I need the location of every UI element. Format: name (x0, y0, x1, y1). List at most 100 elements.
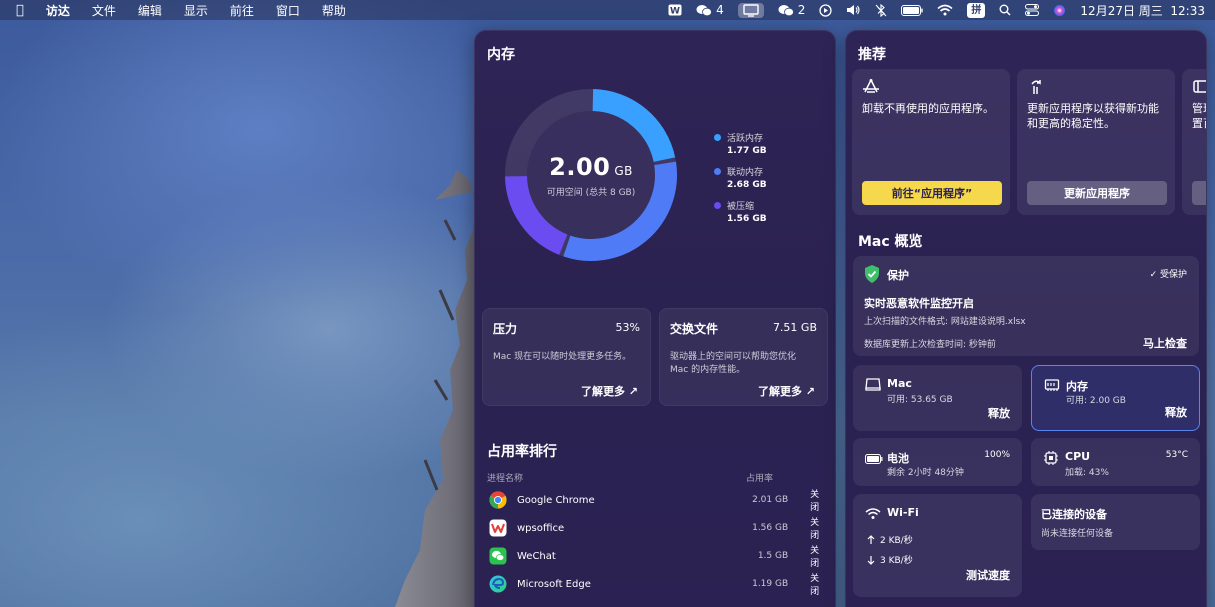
recommend-card-update: 更新应用程序以获得新功能和更高的稳定性。 更新应用程序 (1017, 69, 1175, 215)
play-tray-icon[interactable] (819, 3, 833, 17)
process-usage: 1.19 GB (752, 579, 789, 589)
ranking-title: 占用率排行 (487, 444, 557, 460)
memory-tile-title: 内存 (1066, 380, 1088, 393)
swap-title: 交换文件 (670, 322, 719, 336)
menu-view[interactable]: 显示 (184, 2, 208, 19)
go-to-applications-button[interactable]: 前往“应用程序” (862, 181, 1002, 205)
pressure-card: 压力 53% Mac 现在可以随时处理更多任务。 了解更多 ↗ (482, 308, 651, 406)
memory-panel: 内存 2.00 GB 可用空间 (总共 8 GB) 活跃内存 1.77 GB 联动… (474, 30, 836, 607)
battery-icon (865, 454, 883, 464)
wifi-tile[interactable]: Wi-Fi 2 KB/秒 3 KB/秒 测试速度 (853, 494, 1022, 597)
recommend-card-manage: 管理 置百 (1182, 69, 1206, 215)
pressure-title: 压力 (493, 322, 518, 336)
process-name: Microsoft Edge (517, 578, 591, 590)
db-update-line: 数据库更新上次检查时间: 秒钟前 (864, 340, 996, 350)
scan-now-button[interactable]: 马上检查 (1143, 335, 1187, 351)
swap-value: 7.51 GB (772, 321, 817, 334)
menu-bar:  访达 文件 编辑 显示 前往 窗口 帮助 W 4 2 (0, 0, 1215, 20)
protection-card[interactable]: 保护 ✓ 受保护 实时恶意软件监控开启 上次扫描的文件格式: 网站建设说明.xl… (853, 256, 1199, 356)
memory-tile[interactable]: 内存 可用: 2.00 GB 释放 (1031, 365, 1200, 431)
wps-tray-icon[interactable]: W (668, 4, 682, 16)
disk-tile[interactable]: Mac 可用: 53.65 GB 释放 (853, 365, 1022, 431)
cpu-icon (1044, 451, 1058, 465)
pressure-learn-more-link[interactable]: 了解更多 ↗ (581, 383, 638, 399)
edge-icon (489, 575, 507, 593)
ranking-row: WeChat 1.5 GB 关闭 (487, 542, 827, 570)
devices-title: 已连接的设备 (1041, 508, 1107, 521)
cpu-tile[interactable]: CPU 加载: 43% 53°C (1031, 438, 1200, 486)
shield-icon (865, 265, 879, 283)
update-applications-button[interactable]: 更新应用程序 (1027, 181, 1167, 205)
download-arrow-icon (867, 555, 875, 565)
volume-icon[interactable] (846, 4, 861, 16)
swap-learn-more-link[interactable]: 了解更多 ↗ (758, 383, 815, 399)
close-process-button[interactable]: 关闭 (810, 543, 827, 569)
last-scan-line: 上次扫描的文件格式: 网站建设说明.xlsx (864, 317, 1026, 327)
close-process-button[interactable]: 关闭 (810, 571, 827, 597)
wechat-tray-icon[interactable]: 4 (696, 3, 724, 17)
legend-dot (714, 202, 721, 209)
process-usage: 1.5 GB (757, 551, 789, 561)
siri-icon[interactable] (1053, 4, 1066, 17)
menu-file[interactable]: 文件 (92, 2, 116, 19)
battery-tile[interactable]: 电池 剩余 2小时 48分钟 100% (853, 438, 1022, 486)
ranking-col-name: 进程名称 (487, 474, 524, 484)
swap-desc-line2: Mac 的内存性能。 (670, 365, 746, 375)
spotlight-search-icon[interactable] (999, 4, 1011, 16)
speed-test-button[interactable]: 测试速度 (966, 567, 1010, 583)
battery-title: 电池 (887, 452, 909, 465)
process-name: Google Chrome (517, 494, 595, 506)
apple-menu-icon[interactable]:  (16, 3, 24, 18)
ranking-row: Google Chrome 2.01 GB 关闭 (487, 486, 827, 514)
cpu-load: 加载: 43% (1065, 468, 1109, 478)
swap-desc-line1: 驱动器上的空间可以帮助您优化 (670, 352, 797, 362)
display-tray-icon[interactable] (737, 2, 764, 18)
devices-tile[interactable]: 已连接的设备 尚未连接任何设备 (1031, 494, 1200, 550)
svg-text:W: W (670, 7, 680, 17)
legend-dot (714, 134, 721, 141)
recommend-uninstall-text: 卸载不再使用的应用程序。 (862, 102, 994, 115)
overview-panel: 推荐 卸载不再使用的应用程序。 前往“应用程序” 更新应用程序以获得新功能和更高… (845, 30, 1207, 607)
disk-title: Mac (887, 377, 912, 390)
menu-go[interactable]: 前往 (230, 2, 254, 19)
close-process-button[interactable]: 关闭 (810, 515, 827, 541)
pressure-value: 53% (615, 321, 640, 334)
input-method-icon[interactable]: 拼 (967, 2, 986, 18)
close-process-button[interactable]: 关闭 (810, 487, 827, 513)
ranking-row: Microsoft Edge 1.19 GB 关闭 (487, 570, 827, 598)
manage-button[interactable] (1192, 181, 1206, 205)
legend-dot (714, 168, 721, 175)
ranking-col-usage: 占用率 (746, 474, 774, 484)
pressure-desc: Mac 现在可以随时处理更多任务。 (493, 352, 632, 362)
battery-icon[interactable] (901, 4, 924, 16)
wechat-work-tray-icon[interactable]: 2 (778, 3, 806, 17)
bluetooth-off-icon[interactable] (875, 3, 887, 17)
chrome-icon (489, 491, 507, 509)
donut-center-label: 2.00 GB 可用空间 (总共 8 GB) (495, 79, 687, 271)
menu-help[interactable]: 帮助 (322, 2, 346, 19)
app-name-menu[interactable]: 访达 (46, 2, 70, 19)
control-center-icon[interactable] (1025, 4, 1040, 16)
cpu-title: CPU (1065, 450, 1091, 463)
disk-release-button[interactable]: 释放 (988, 405, 1010, 421)
memory-release-button[interactable]: 释放 (1165, 404, 1187, 420)
upload-arrow-icon (867, 534, 875, 544)
manage-icon (1193, 80, 1206, 93)
devices-status: 尚未连接任何设备 (1041, 529, 1114, 539)
menu-window[interactable]: 窗口 (276, 2, 300, 19)
memory-donut-chart: 2.00 GB 可用空间 (总共 8 GB) (495, 79, 687, 271)
wechat-badge-count: 4 (716, 3, 724, 17)
wechat-work-badge-count: 2 (797, 3, 806, 17)
menu-edit[interactable]: 编辑 (138, 2, 162, 19)
memory-legend: 活跃内存 1.77 GB 联动内存 2.68 GB 被压缩 1.56 GB (714, 131, 767, 233)
menu-clock[interactable]: 12月27日 周三 12:33 (1080, 2, 1205, 19)
process-usage: 1.56 GB (752, 523, 789, 533)
available-memory-caption: 可用空间 (总共 8 GB) (546, 187, 636, 198)
wifi-icon[interactable] (937, 4, 953, 16)
update-icon (1031, 80, 1041, 94)
apps-icon (863, 79, 879, 93)
wifi-icon (865, 508, 881, 519)
wps-icon (489, 519, 507, 537)
battery-percent: 100% (984, 450, 1010, 460)
memory-title: 内存 (487, 47, 515, 63)
